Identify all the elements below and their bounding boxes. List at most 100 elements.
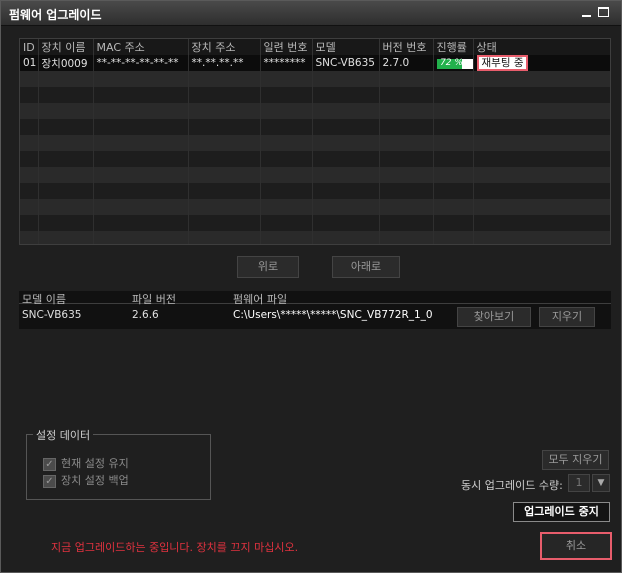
empty-cell [20, 151, 39, 167]
backup-settings-label: 장치 설정 백업 [61, 474, 129, 487]
empty-cell [312, 71, 380, 87]
concurrent-upgrade-value[interactable]: 1 [568, 474, 590, 492]
empty-cell [20, 71, 39, 87]
column-header-mac[interactable]: MAC 주소 [93, 39, 189, 55]
empty-cell [38, 71, 94, 87]
empty-cell [188, 231, 261, 244]
checkmark-icon: ✓ [43, 457, 56, 471]
column-header-model[interactable]: 모델 [312, 39, 380, 55]
empty-cell [93, 119, 189, 135]
empty-cell [260, 87, 313, 103]
browse-button[interactable]: 찾아보기 [457, 307, 531, 327]
empty-cell [433, 199, 474, 215]
firmware-row[interactable]: SNC-VB635 2.6.6 C:\Users\*****\*****\SNC… [19, 305, 611, 327]
empty-cell [312, 231, 380, 244]
cell-name: 장치0009 [38, 55, 94, 71]
keep-settings-label: 현재 설정 유지 [61, 457, 129, 470]
empty-cell [473, 167, 610, 183]
empty-cell [188, 135, 261, 151]
table-row[interactable]: 01 장치0009 **-**-**-**-**-** **.**.**.** … [20, 55, 610, 71]
cell-serial: ******** [260, 55, 313, 71]
empty-cell [379, 71, 434, 87]
empty-cell [473, 183, 610, 199]
move-up-button[interactable]: 위로 [237, 256, 299, 278]
empty-cell [38, 87, 94, 103]
maximize-icon[interactable] [598, 7, 610, 19]
empty-cell [260, 231, 313, 244]
empty-table-row [20, 231, 610, 244]
keep-settings-checkbox[interactable]: ✓ 현재 설정 유지 [43, 455, 129, 471]
empty-cell [188, 151, 261, 167]
empty-cell [473, 151, 610, 167]
empty-cell [473, 87, 610, 103]
empty-cell [20, 231, 39, 244]
cell-model: SNC-VB635 [312, 55, 380, 71]
empty-cell [38, 119, 94, 135]
empty-cell [93, 87, 189, 103]
empty-cell [93, 167, 189, 183]
settings-data-group: 설정 데이터 ✓ 현재 설정 유지 ✓ 장치 설정 백업 [26, 427, 211, 500]
cell-version: 2.7.0 [379, 55, 434, 71]
column-header-progress[interactable]: 진행률 [433, 39, 474, 55]
empty-cell [312, 199, 380, 215]
column-header-status[interactable]: 상태 [473, 39, 610, 55]
empty-table-row [20, 151, 610, 167]
backup-settings-checkbox[interactable]: ✓ 장치 설정 백업 [43, 472, 129, 488]
column-header-version[interactable]: 버전 번호 [379, 39, 434, 55]
table-header-row: ID 장치 이름 MAC 주소 장치 주소 일련 번호 모델 버전 번호 진행률… [20, 39, 610, 55]
cell-progress: 72 % [433, 55, 474, 71]
empty-cell [312, 167, 380, 183]
empty-cell [38, 183, 94, 199]
empty-cell [433, 71, 474, 87]
clear-file-button[interactable]: 지우기 [539, 307, 595, 327]
progress-text: 72 % [440, 58, 463, 68]
column-header-serial[interactable]: 일련 번호 [260, 39, 313, 55]
empty-cell [379, 103, 434, 119]
empty-cell [473, 103, 610, 119]
dropdown-arrow-icon[interactable]: ▼ [592, 474, 610, 492]
empty-cell [93, 135, 189, 151]
empty-cell [433, 119, 474, 135]
empty-cell [93, 71, 189, 87]
minimize-icon[interactable] [582, 7, 594, 19]
empty-cell [433, 151, 474, 167]
empty-cell [473, 215, 610, 231]
empty-cell [260, 71, 313, 87]
empty-cell [188, 167, 261, 183]
firmware-header-row: 모델 이름 파일 버전 펌웨어 파일 [19, 291, 611, 306]
stop-upgrade-button[interactable]: 업그레이드 중지 [513, 502, 610, 522]
column-header-address[interactable]: 장치 주소 [188, 39, 261, 55]
window-title: 펌웨어 업그레이드 [9, 8, 102, 22]
empty-cell [260, 215, 313, 231]
warning-message: 지금 업그레이드하는 중입니다. 장치를 끄지 마십시오. [51, 541, 299, 554]
empty-cell [188, 103, 261, 119]
empty-cell [38, 231, 94, 244]
empty-cell [20, 135, 39, 151]
column-header-name[interactable]: 장치 이름 [38, 39, 94, 55]
empty-cell [473, 199, 610, 215]
empty-cell [260, 167, 313, 183]
empty-cell [20, 199, 39, 215]
empty-cell [20, 183, 39, 199]
firmware-upgrade-window: 펌웨어 업그레이드 ID 장치 이름 MAC 주소 장치 주소 일련 번호 모델… [0, 0, 622, 573]
move-down-button[interactable]: 아래로 [332, 256, 400, 278]
settings-legend: 설정 데이터 [33, 427, 94, 443]
empty-cell [433, 103, 474, 119]
firmware-file-path: C:\Users\*****\*****\SNC_VB772R_1_0 [233, 309, 433, 321]
empty-table-row [20, 119, 610, 135]
empty-cell [260, 151, 313, 167]
clear-all-button[interactable]: 모두 지우기 [542, 450, 609, 470]
empty-cell [433, 215, 474, 231]
empty-cell [379, 231, 434, 244]
empty-cell [379, 135, 434, 151]
cell-id: 01 [20, 55, 39, 71]
empty-cell [379, 87, 434, 103]
empty-table-row [20, 199, 610, 215]
empty-table-row [20, 87, 610, 103]
empty-cell [93, 231, 189, 244]
column-header-id[interactable]: ID [20, 39, 39, 55]
empty-cell [433, 167, 474, 183]
cancel-button[interactable]: 취소 [540, 532, 612, 560]
empty-cell [93, 215, 189, 231]
empty-cell [20, 87, 39, 103]
